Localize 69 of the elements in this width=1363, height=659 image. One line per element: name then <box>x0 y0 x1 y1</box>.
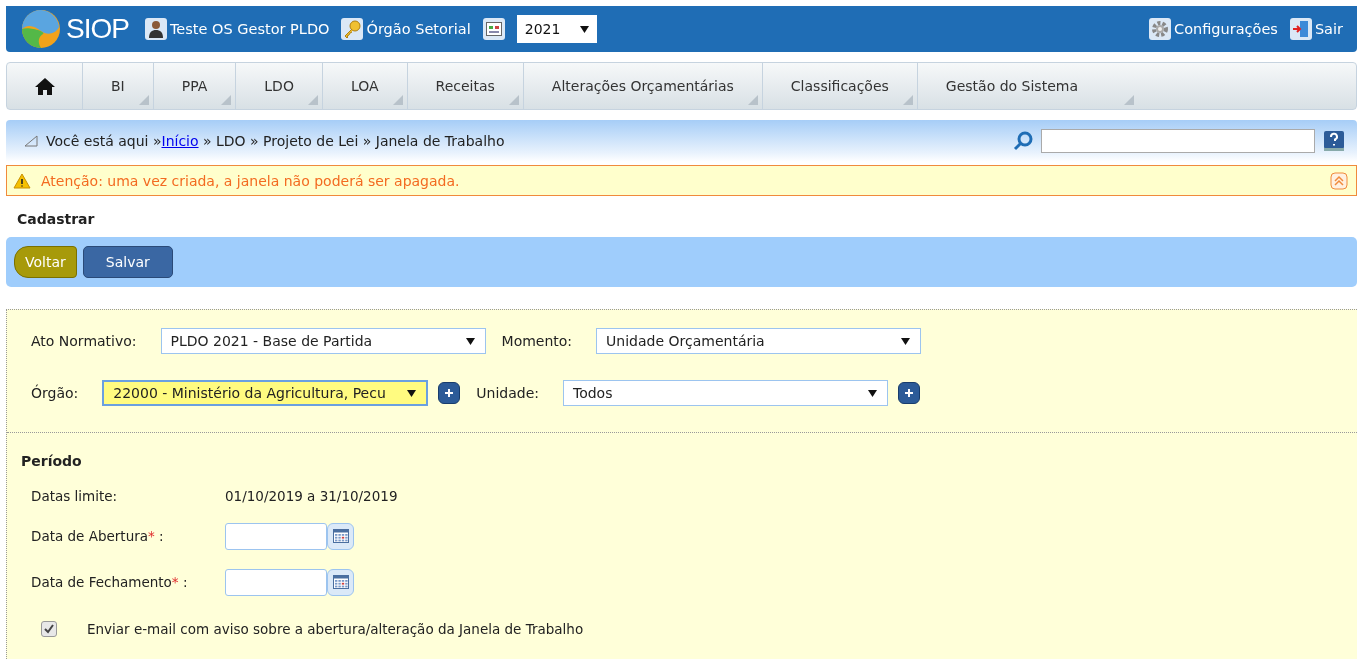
breadcrumb-link[interactable]: Início <box>161 133 199 149</box>
corner-triangle-icon <box>508 95 519 105</box>
dropdown[interactable]: 22000 - Ministério da Agricultura, Pecu <box>102 380 429 406</box>
plus-icon <box>904 388 914 398</box>
dropdown[interactable]: PLDO 2021 - Base de Partida <box>160 328 486 354</box>
corner-triangle-icon <box>392 95 403 105</box>
date-field[interactable] <box>225 522 327 550</box>
menu-item[interactable]: BI <box>83 63 154 109</box>
menu-item[interactable]: Classificações <box>762 63 918 109</box>
dropdown[interactable]: Todos <box>563 380 888 406</box>
field-label: Datas limite: <box>31 488 119 504</box>
year-dropdown[interactable]: 2021 <box>516 15 597 43</box>
caret-icon <box>579 24 589 34</box>
checkbox-label: Enviar e-mail com aviso sobre a abertura/alteração da Janela de Trabalho <box>87 621 584 637</box>
date-field[interactable] <box>225 568 327 596</box>
menu-item[interactable]: Receitas <box>407 63 524 109</box>
corner-triangle-icon <box>747 95 758 105</box>
save-button[interactable]: Salvar <box>82 246 173 278</box>
field-label: Unidade: <box>476 385 539 401</box>
logout-link[interactable]: Sair <box>1314 21 1343 37</box>
checkbox[interactable] <box>41 621 57 637</box>
plus-icon <box>444 388 455 398</box>
menu-item[interactable]: PPA <box>153 63 237 109</box>
exit-door-icon <box>1291 20 1310 38</box>
date-range: 01/10/2019 a 31/10/2019 <box>225 488 399 504</box>
search-icon[interactable] <box>1013 131 1033 151</box>
corner-triangle-icon <box>307 95 318 105</box>
add-button[interactable] <box>438 382 461 404</box>
home-icon <box>34 77 55 95</box>
calendar-button[interactable] <box>327 568 354 596</box>
section-title: Período <box>21 453 83 469</box>
warning-message: Atenção: uma vez criada, a janela não poderá ser apagada. <box>41 172 461 189</box>
add-button[interactable] <box>898 382 920 404</box>
user-name[interactable]: Teste OS Gestor PLDO <box>169 21 330 37</box>
caret-icon <box>407 388 417 398</box>
user-icon <box>147 20 164 38</box>
calendar-icon <box>332 529 349 543</box>
field-label: Ato Normativo: <box>31 333 137 349</box>
corner-triangle-icon <box>221 95 232 105</box>
corner-triangle-icon <box>1124 95 1134 105</box>
brand-name: SIOP <box>66 13 129 45</box>
dropdown[interactable]: Unidade Orçamentária <box>596 328 922 354</box>
section-title: Cadastrar <box>17 211 96 229</box>
field-label: Órgão: <box>31 385 79 401</box>
calendar-icon <box>332 575 349 589</box>
field-label: Data de Fechamento* : <box>31 574 189 590</box>
triangle-icon <box>24 135 38 147</box>
menu-item[interactable]: LDO <box>236 63 323 109</box>
calendar-icon <box>485 22 502 36</box>
settings-link[interactable]: Configurações <box>1174 21 1278 37</box>
menu-item[interactable]: LOA <box>322 63 408 109</box>
warning-icon <box>13 172 31 189</box>
corner-triangle-icon <box>902 95 913 105</box>
settings-icon <box>1151 20 1169 38</box>
field-label: Data de Abertura* : <box>31 528 165 544</box>
profile-name[interactable]: Órgão Setorial <box>366 21 471 37</box>
caret-icon <box>868 388 877 398</box>
menu-item[interactable]: Alterações Orçamentárias <box>523 63 763 109</box>
menu-item[interactable]: Gestão do Sistema <box>917 63 1138 109</box>
field-label: Momento: <box>501 333 573 349</box>
calendar-button[interactable] <box>327 522 354 550</box>
search-field[interactable] <box>1041 129 1315 153</box>
help-book-icon[interactable] <box>1323 130 1345 152</box>
caret-icon <box>465 336 475 346</box>
breadcrumb: Você está aqui »Início » LDO » Projeto de Lei » Janela de Trabalho <box>46 133 505 149</box>
logo-icon <box>20 9 62 49</box>
key-icon <box>343 20 362 38</box>
corner-triangle-icon <box>138 95 149 105</box>
caret-icon <box>901 336 911 346</box>
